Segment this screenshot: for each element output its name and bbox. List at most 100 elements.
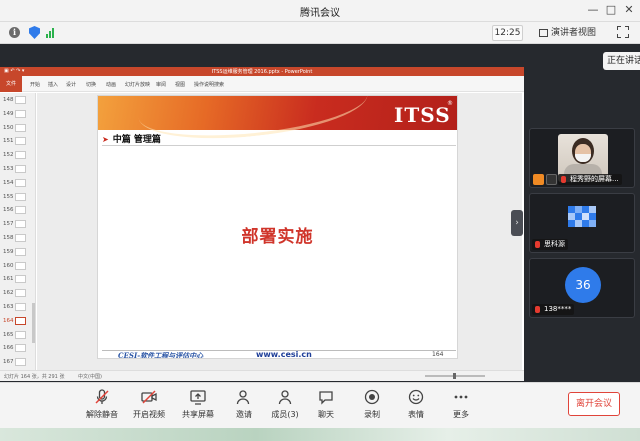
slide-thumbnail[interactable]: 157 [0,219,36,230]
slide-thumbnail[interactable]: 163 [0,302,36,313]
slide-thumbnail-number: 164 [3,317,14,324]
slide-thumbnail[interactable]: 154 [0,178,36,189]
slide-thumbnail-preview [15,289,26,298]
speaker-view-button[interactable]: 演讲者视图 [537,25,596,41]
slide-thumbnail-number: 155 [3,193,14,200]
slide-thumbnail-preview [15,344,26,353]
slide-thumbnail[interactable]: 151 [0,136,36,147]
language-status: 中文(中国) [78,374,102,380]
speaking-indicator: 正在讲话 [603,52,640,70]
speaker-view-label: 演讲者视图 [551,28,597,38]
slide-thumbnail[interactable]: 149 [0,109,36,120]
slide-thumbnail[interactable]: 162 [0,288,36,299]
ppt-tab: 开始 [30,82,41,88]
slide-thumbnail[interactable]: 148 [0,95,36,106]
mute-button[interactable]: 解除静音 [80,389,124,420]
ppt-tab: 幻灯片放映 [125,82,151,88]
slide-thumbnail[interactable]: 167 [0,357,36,368]
ppt-tab: 插入 [48,82,59,88]
slide-thumbnail-preview [15,234,26,242]
grid-icon [539,29,548,37]
chat-button[interactable]: 聊天 [304,389,348,420]
slide-thumbnail[interactable]: 152 [0,150,36,161]
close-icon[interactable]: ✕ [622,3,636,17]
ppt-title-bar: ▣ ↶ ↷ ▾ ITSS运维服务管理 2016.pptx - PowerPoin… [0,67,524,76]
slide-thumbnail[interactable]: 156 [0,205,36,216]
ppt-window-title: ITSS运维服务管理 2016.pptx - PowerPoint [211,69,313,75]
video-button[interactable]: 开启视频 [127,389,171,420]
slide-heading: 部署实施 [241,227,314,247]
slide-thumbnail-preview [15,247,26,256]
slide-thumbnail[interactable]: 160 [0,261,36,272]
slide-thumbnail-preview [15,316,26,325]
signal-icon[interactable] [46,28,57,38]
slide-thumbnail-number: 162 [3,290,14,297]
invite-button[interactable]: 邀请 [222,389,266,420]
ppt-tab: 审阅 [156,82,167,88]
ppt-tab: 操作说明搜索 [194,82,225,88]
slide-thumbnail[interactable]: 166 [0,343,36,354]
participant-tile[interactable]: 思科源 [529,193,635,253]
more-label: 更多 [453,410,469,419]
slide-thumbnails: 148 149 150 151 152 153 154 155 156 157 158 159 160 1… [0,93,36,370]
slide-thumbnail[interactable]: 161 [0,274,36,285]
footer-org: CESI-软件工程与评估中心 [118,351,204,359]
bottom-toolbar: 解除静音 开启视频 共享屏幕 邀请 成员(3) 聊天 录制 表情 更多 离开会议 [0,382,640,428]
slide-thumbnail[interactable]: 150 [0,123,36,134]
slide-thumbnail-number: 154 [3,179,14,186]
emoji-button[interactable]: 表情 [394,389,438,420]
slide-thumbnail-number: 152 [3,152,14,159]
slide-thumbnail[interactable]: 164 [0,316,36,327]
participant-name: 程秀野的屏幕... [558,174,622,185]
slide-thumbnail-number: 161 [3,276,14,283]
more-icon [454,395,468,399]
divider [102,145,456,146]
slide-thumbnail-number: 160 [3,262,14,269]
slide-banner: ITSS ® [98,96,457,148]
video-off-icon [141,390,157,404]
slide-thumbnail-preview [15,178,26,187]
ppt-tab: 视图 [175,82,186,88]
slide-count: 幻灯片 164 张，共 291 张 [4,374,65,380]
thumbnail-scrollbar[interactable] [32,303,35,343]
slide-thumbnail[interactable]: 153 [0,164,36,175]
arrow-icon: ➤ [102,135,109,144]
members-label: 成员(3) [271,410,299,419]
itss-logo: ITSS [394,103,451,127]
fullscreen-icon[interactable] [617,26,629,38]
maximize-icon[interactable]: □ [604,3,618,17]
slide-thumbnail-number: 167 [3,359,14,366]
info-icon[interactable]: i [9,27,20,38]
chat-label: 聊天 [318,410,334,419]
mute-label: 解除静音 [86,410,118,419]
ppt-file-tab: 文件 [0,76,22,92]
slide-thumbnail[interactable]: 159 [0,247,36,258]
slide-thumbnail[interactable]: 155 [0,192,36,203]
mic-muted-icon [561,176,566,183]
record-button[interactable]: 录制 [350,389,394,420]
chat-icon [319,391,333,405]
avatar: 36 [565,267,601,303]
meeting-app: 腾讯会议 — □ ✕ i 12:25 演讲者视图 ▣ ↶ ↷ ▾ ITSS运维服… [0,0,640,441]
slide-subtitle: ➤ 中篇 管理篇 [102,132,161,145]
slide-thumbnail-number: 148 [3,97,14,103]
slide-thumbnail-number: 151 [3,138,14,145]
window-title: 腾讯会议 [300,8,340,19]
slide-thumbnail-number: 166 [3,345,14,352]
slide-thumbnail-preview [15,303,26,311]
slide-thumbnail[interactable]: 158 [0,233,36,244]
share-screen-button[interactable]: 共享屏幕 [176,389,220,420]
minimize-icon[interactable]: — [586,3,600,17]
collapse-panel-button[interactable]: › [511,210,523,236]
share-screen-icon [190,390,206,405]
slide-page-number: 164 [432,351,444,358]
leave-meeting-button[interactable]: 离开会议 [568,392,620,416]
invite-label: 邀请 [236,410,252,419]
shield-icon[interactable] [29,26,40,39]
slide-thumbnail[interactable]: 165 [0,330,36,341]
zoom-slider [425,373,485,379]
members-button[interactable]: 成员(3) [263,389,307,420]
participant-tile[interactable]: 程秀野的屏幕... [529,128,635,188]
participant-tile[interactable]: 36 138**** [529,258,635,318]
more-button[interactable]: 更多 [439,389,483,420]
